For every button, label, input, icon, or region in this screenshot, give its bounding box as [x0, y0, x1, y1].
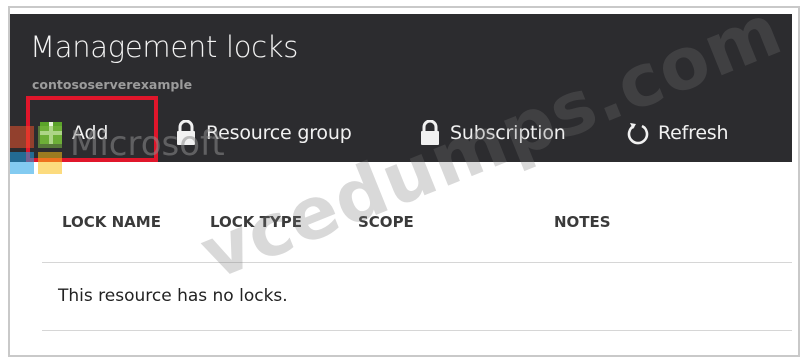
microsoft-logo: [10, 126, 72, 178]
header-divider: [42, 262, 792, 263]
column-header-lock-name[interactable]: LOCK NAME: [62, 213, 161, 231]
microsoft-watermark-text: Microsoft: [70, 124, 225, 164]
resource-group-label: Resource group: [206, 122, 352, 144]
empty-state-message: This resource has no locks.: [58, 286, 288, 306]
column-header-notes[interactable]: NOTES: [554, 213, 611, 231]
row-divider: [42, 330, 792, 331]
page-title: Management locks: [30, 30, 299, 64]
refresh-label: Refresh: [658, 122, 729, 144]
resource-name: contososerverexample: [32, 77, 193, 92]
